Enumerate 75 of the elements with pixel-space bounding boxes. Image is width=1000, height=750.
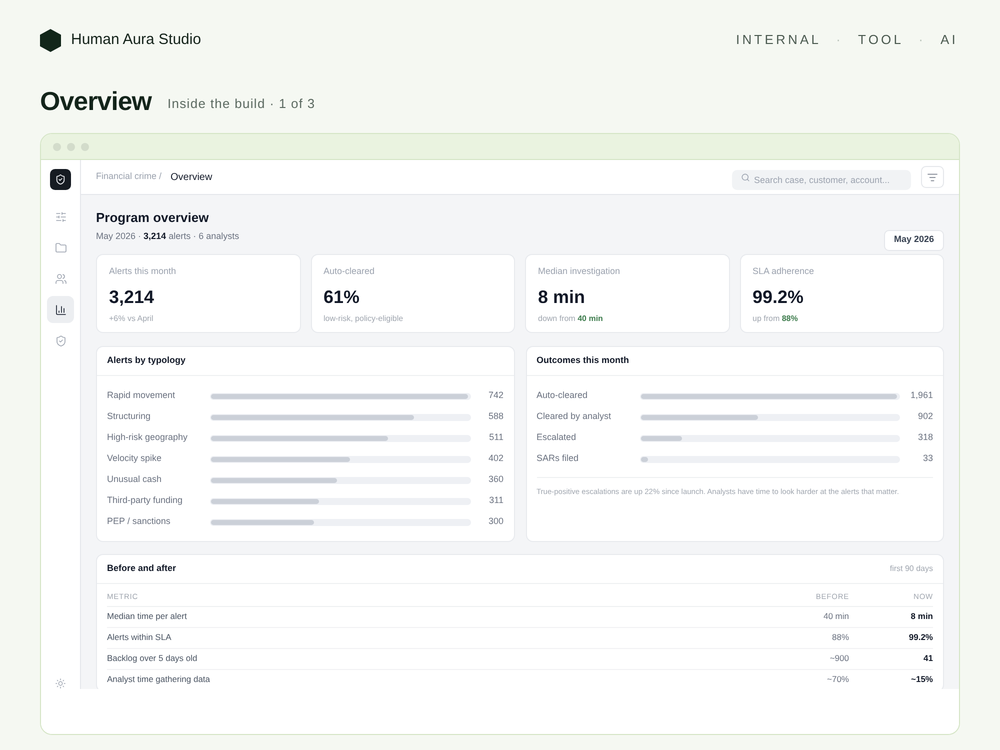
- row-label: Rapid movement: [107, 389, 176, 402]
- row-label: Structuring: [107, 410, 152, 424]
- row-label: Third-party funding: [107, 494, 184, 508]
- row-value: 511: [488, 431, 504, 444]
- card-title: Outcomes this month: [536, 354, 630, 367]
- sliders-icon: [54, 210, 66, 222]
- row-value: 318: [916, 431, 933, 444]
- row-value: 402: [487, 452, 504, 466]
- filter-button[interactable]: [921, 166, 944, 188]
- folder-icon: [54, 242, 66, 254]
- kpi-label: SLA adherence: [752, 264, 816, 278]
- nav-button[interactable]: [47, 296, 74, 323]
- section-meta: May 2026 · 3,214 alerts · 6 analysts: [96, 230, 240, 243]
- header-tag: AI: [940, 30, 958, 50]
- row-value: 902: [916, 410, 933, 424]
- kpi-note: down from 40 min: [538, 313, 604, 325]
- table-cell-text: 41: [922, 652, 933, 665]
- kpi-note: low-risk, policy-eligible: [324, 313, 404, 325]
- table-cell-text: 88%: [830, 631, 849, 644]
- table-cell-text: Analyst time gathering data: [107, 673, 212, 686]
- table-cell-text: 99.2%: [908, 631, 933, 644]
- table-cell-text: ~15%: [910, 673, 933, 686]
- kpi-value: 99.2%: [752, 287, 805, 307]
- row-value: 360: [487, 473, 504, 486]
- brand-name: Human Aura Studio: [71, 30, 202, 50]
- period-button[interactable]: May 2026: [884, 230, 944, 250]
- row-label: SARs filed: [536, 452, 580, 466]
- search-icon: [741, 172, 750, 182]
- sun-icon: [55, 678, 66, 689]
- kpi-value: 3,214: [109, 287, 156, 307]
- row-label: Escalated: [536, 431, 578, 444]
- breadcrumb-current: Overview: [170, 170, 212, 184]
- row-label: Cleared by analyst: [536, 410, 612, 424]
- shield-logo-icon: [50, 169, 71, 190]
- row-label: High-risk geography: [107, 431, 189, 444]
- shield-check-icon: [54, 334, 66, 346]
- bar-chart-icon: [54, 304, 66, 316]
- row-label: Velocity spike: [107, 452, 163, 466]
- users-icon: [54, 272, 66, 284]
- table-cell-text: Median time per alert: [107, 610, 188, 623]
- filter-icon: [927, 172, 938, 182]
- table-cell-text: ~900: [828, 652, 849, 665]
- row-value: 588: [487, 410, 504, 424]
- page-title: Overview: [40, 86, 152, 116]
- header-tag: ·: [836, 30, 844, 50]
- row-value: 33: [922, 452, 933, 466]
- header-tag: ·: [918, 30, 926, 50]
- table-cell-text: Alerts within SLA: [107, 631, 172, 644]
- kpi-value: 61%: [324, 287, 361, 307]
- table-cell-text: 40 min: [822, 610, 849, 623]
- kpi-label: Alerts this month: [109, 264, 178, 278]
- hexagon-logo-icon: [40, 28, 61, 52]
- row-label: Auto-cleared: [536, 389, 589, 402]
- page-subtitle: Inside the build · 1 of 3: [167, 94, 316, 112]
- header-tag: INTERNAL: [736, 30, 822, 50]
- table-cell-text: Backlog over 5 days old: [107, 652, 198, 665]
- table-cell-text: ~70%: [826, 673, 849, 686]
- kpi-note: up from 88%: [752, 313, 799, 325]
- kpi-label: Median investigation: [538, 264, 622, 278]
- row-value: 300: [487, 515, 504, 528]
- row-label: PEP / sanctions: [107, 515, 172, 528]
- card-title: Alerts by typology: [107, 354, 186, 367]
- row-label: Unusual cash: [107, 473, 163, 486]
- kpi-note: +6% vs April: [109, 313, 154, 325]
- section-title: Program overview: [96, 210, 210, 226]
- row-value: 742: [487, 389, 504, 402]
- header-tag: TOOL: [858, 30, 904, 50]
- row-value: 311: [488, 494, 504, 508]
- kpi-value: 8 min: [538, 287, 586, 307]
- card-range: first 90 days: [890, 562, 933, 574]
- row-value: 1,961: [909, 389, 933, 402]
- table-cell-text: 8 min: [910, 610, 933, 623]
- kpi-label: Auto-cleared: [324, 264, 376, 278]
- card-title: Before and after: [107, 562, 176, 575]
- search-field[interactable]: Search case, customer, account...: [732, 170, 911, 190]
